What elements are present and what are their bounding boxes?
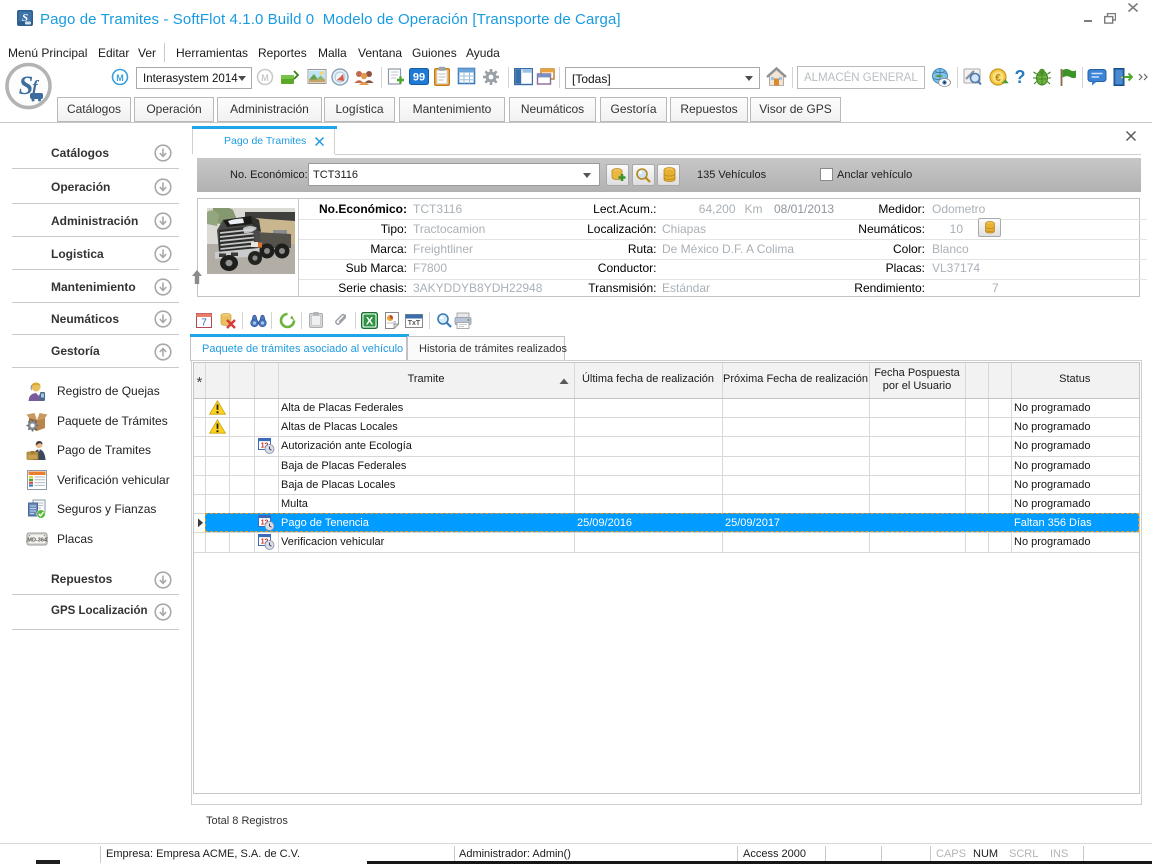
svg-text:99: 99 xyxy=(413,72,425,84)
svg-text:LMD-3647: LMD-3647 xyxy=(26,537,48,543)
svg-text:7: 7 xyxy=(201,318,207,329)
svg-text:M: M xyxy=(116,73,124,83)
svg-text:M: M xyxy=(261,73,269,83)
svg-text:€: € xyxy=(995,73,1001,84)
svg-text:?: ? xyxy=(1015,67,1026,87)
svg-text:X: X xyxy=(366,316,374,328)
svg-text:TxT: TxT xyxy=(408,320,421,327)
